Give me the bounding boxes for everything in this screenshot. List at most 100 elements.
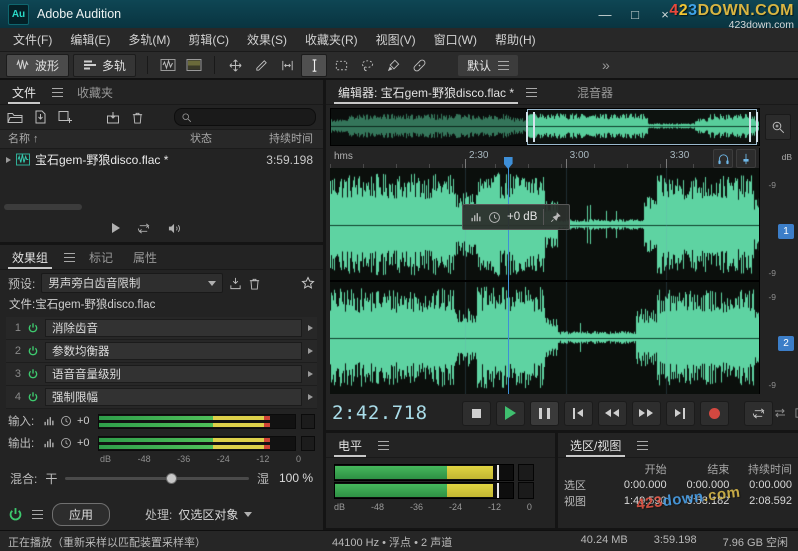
- move-tool-button[interactable]: [223, 55, 247, 76]
- rewind-button[interactable]: [598, 401, 627, 426]
- process-select[interactable]: 处理: 仅选区对象: [145, 506, 252, 523]
- input-gain-value[interactable]: +0: [77, 415, 93, 427]
- preview-play-icon[interactable]: [112, 223, 120, 233]
- menu-clip[interactable]: 剪辑(C): [179, 28, 238, 52]
- view-range-left-handle[interactable]: [526, 112, 535, 142]
- loop-playback-button[interactable]: [744, 401, 773, 426]
- menu-multitrack[interactable]: 多轨(M): [119, 28, 179, 52]
- menu-window[interactable]: 窗口(W): [425, 28, 486, 52]
- panel-options-icon[interactable]: [795, 407, 798, 419]
- effect-name[interactable]: 参数均衡器: [45, 342, 302, 360]
- waveform-mode-button[interactable]: 波形: [6, 54, 69, 77]
- delete-preset-icon[interactable]: [248, 277, 261, 290]
- navigator-view-range[interactable]: [527, 109, 757, 145]
- panel-menu-icon[interactable]: [52, 88, 63, 97]
- workspace-selector[interactable]: 默认: [458, 55, 518, 76]
- channel-1-button[interactable]: 1: [778, 224, 794, 239]
- effect-name[interactable]: 消除齿音: [45, 319, 302, 337]
- speaker-icon[interactable]: [167, 222, 182, 235]
- hud-gain-value[interactable]: +0 dB: [507, 211, 537, 223]
- monitor-button[interactable]: [713, 149, 733, 168]
- clock-icon[interactable]: [60, 415, 72, 427]
- power-icon[interactable]: [27, 322, 39, 334]
- trash-icon[interactable]: [131, 111, 144, 124]
- batch-export-icon[interactable]: [106, 111, 120, 124]
- spot-heal-tool-button[interactable]: [407, 55, 431, 76]
- chevron-right-icon[interactable]: [308, 348, 313, 354]
- multitrack-mode-button[interactable]: 多轨: [73, 54, 136, 77]
- power-icon[interactable]: [27, 391, 39, 403]
- apply-button[interactable]: 应用: [52, 503, 110, 526]
- tab-selection-view[interactable]: 选区/视图: [566, 433, 625, 457]
- tab-mixer[interactable]: 混音器: [573, 80, 617, 104]
- menu-edit[interactable]: 编辑(E): [61, 28, 119, 52]
- pause-button[interactable]: [530, 401, 559, 426]
- menu-effects[interactable]: 效果(S): [238, 28, 296, 52]
- new-item-icon[interactable]: [58, 110, 73, 124]
- horizontal-scrollbar[interactable]: [4, 204, 82, 210]
- marquee-tool-button[interactable]: [329, 55, 353, 76]
- chevron-right-icon[interactable]: [308, 394, 313, 400]
- tab-properties[interactable]: 属性: [129, 245, 161, 269]
- effect-slot-4[interactable]: 4 强制限幅: [6, 386, 317, 409]
- clock-icon[interactable]: [60, 437, 72, 449]
- skip-to-end-button[interactable]: [666, 401, 695, 426]
- effect-slot-2[interactable]: 2 参数均衡器: [6, 340, 317, 363]
- expand-chevron-icon[interactable]: [6, 157, 11, 163]
- chevron-right-icon[interactable]: [308, 371, 313, 377]
- playhead-line[interactable]: [508, 168, 509, 394]
- chevron-right-icon[interactable]: [308, 325, 313, 331]
- loop-icon[interactable]: [136, 222, 151, 235]
- tab-levels[interactable]: 电平: [334, 433, 366, 457]
- stop-button[interactable]: [462, 401, 491, 426]
- lasso-tool-button[interactable]: [355, 55, 379, 76]
- power-icon[interactable]: [27, 345, 39, 357]
- tab-editor[interactable]: 编辑器: 宝石gem-野狼disco.flac *: [334, 80, 518, 104]
- clip-indicator[interactable]: [301, 436, 315, 451]
- menu-favorites[interactable]: 收藏夹(R): [296, 28, 367, 52]
- rack-menu-icon[interactable]: [32, 510, 43, 519]
- waveform-display[interactable]: +0 dB: [330, 168, 760, 394]
- pin-icon[interactable]: [550, 211, 562, 223]
- razor-tool-button[interactable]: [249, 55, 273, 76]
- effect-name[interactable]: 语音音量级别: [45, 365, 302, 383]
- zoom-button[interactable]: [765, 114, 791, 140]
- skip-to-start-button[interactable]: [564, 401, 593, 426]
- effect-slot-3[interactable]: 3 语音音量级别: [6, 363, 317, 386]
- brush-tool-button[interactable]: [381, 55, 405, 76]
- show-spectral-button[interactable]: [182, 55, 206, 76]
- arrow-exchange-icon[interactable]: [773, 407, 787, 419]
- panel-menu-icon[interactable]: [64, 253, 75, 262]
- toolbar-overflow-button[interactable]: »: [602, 57, 610, 73]
- record-button[interactable]: [700, 401, 729, 426]
- menu-view[interactable]: 视图(V): [367, 28, 425, 52]
- timeline-ruler[interactable]: hms 2:30 3:00 3:30: [330, 148, 760, 169]
- col-status[interactable]: 状态: [190, 130, 212, 148]
- mix-slider[interactable]: [65, 477, 249, 480]
- tab-markers[interactable]: 标记: [85, 245, 117, 269]
- effect-slot-1[interactable]: 1 消除齿音: [6, 317, 317, 340]
- mix-value[interactable]: 100 %: [277, 471, 313, 485]
- panel-menu-icon[interactable]: [526, 88, 537, 97]
- power-icon[interactable]: [27, 368, 39, 380]
- fast-forward-button[interactable]: [632, 401, 661, 426]
- slip-tool-button[interactable]: [275, 55, 299, 76]
- preview-editor-button[interactable]: [736, 149, 756, 168]
- maximize-button[interactable]: □: [620, 0, 650, 28]
- tab-files[interactable]: 文件: [8, 80, 40, 104]
- panel-menu-icon[interactable]: [637, 441, 648, 450]
- clip-indicator[interactable]: [518, 464, 534, 481]
- clip-indicator[interactable]: [518, 482, 534, 499]
- file-list-item[interactable]: 宝石gem-野狼disco.flac * 3:59.198: [0, 149, 323, 170]
- minimize-button[interactable]: —: [590, 0, 620, 28]
- hud-overlay[interactable]: +0 dB: [462, 204, 570, 230]
- menu-file[interactable]: 文件(F): [4, 28, 61, 52]
- zoom-navigator[interactable]: [330, 108, 760, 146]
- import-file-icon[interactable]: [34, 110, 47, 124]
- col-name[interactable]: 名称 ↑: [8, 130, 39, 148]
- open-folder-icon[interactable]: [7, 111, 23, 124]
- preset-select[interactable]: 男声旁白齿音限制: [41, 273, 223, 293]
- favorite-star-icon[interactable]: [301, 276, 315, 290]
- search-input[interactable]: [196, 110, 309, 124]
- time-selection-tool-button[interactable]: [301, 54, 327, 77]
